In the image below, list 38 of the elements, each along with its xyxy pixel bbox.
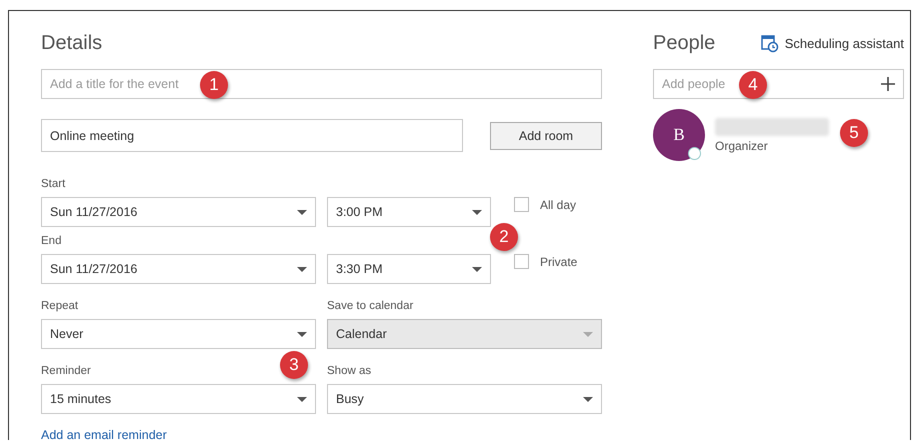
details-heading: Details [41,31,104,56]
date-dropdown[interactable]: Sun 11/27/2016 [41,254,316,284]
callout-number: 5 [840,119,868,147]
callout-number: 3 [280,351,308,379]
checkbox-label: All day [540,198,576,212]
attendee-role: Organizer [715,138,769,152]
caret-icon [583,332,593,336]
caret-icon [297,210,307,214]
field-label: End [41,235,62,249]
caret-icon [583,396,593,402]
field-label: Save to calendar [327,300,414,314]
dropdown[interactable]: Busy [327,384,602,414]
caret-icon [472,266,482,272]
field-label: Repeat [41,300,78,314]
email-reminder-link[interactable]: Add an email reminder [41,428,167,440]
add-icon [881,77,895,91]
caret-icon [472,210,482,214]
field-label: Start [41,178,66,192]
field-label: Show as [327,365,372,379]
time-dropdown[interactable]: 3:30 PM [327,254,491,284]
scheduling-assistant-link[interactable]: Scheduling assistant [760,33,904,53]
caret-icon [297,266,307,272]
checkbox[interactable] [514,197,529,212]
checkbox[interactable] [514,254,529,269]
calendar-clock-icon [760,33,779,53]
checkbox-label: Private [540,254,578,268]
callout-number: 2 [490,223,518,251]
time-dropdown[interactable]: 3:00 PM [327,197,491,227]
avatar: B [653,109,705,161]
people-heading: People [653,31,716,56]
dropdown[interactable]: 15 minutes [41,384,316,414]
dropdown[interactable]: Never [41,319,316,349]
caret-icon [297,332,307,336]
field-label: Reminder [41,365,91,379]
caret-icon [297,396,307,402]
date-dropdown[interactable]: Sun 11/27/2016 [41,197,316,227]
location-input-field[interactable]: Online meeting [41,119,463,152]
add-room-button[interactable]: Add room [490,122,602,150]
